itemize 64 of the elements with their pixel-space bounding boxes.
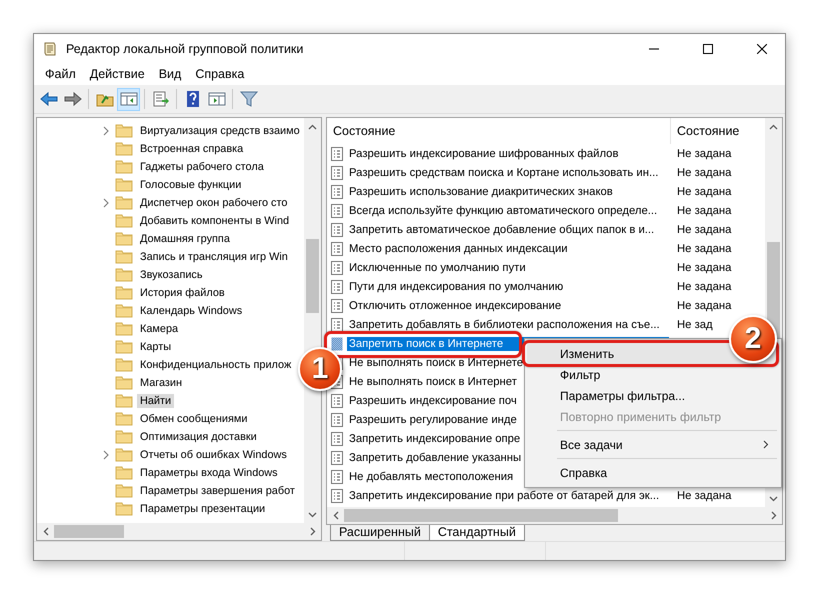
- policy-name[interactable]: Не выполнять поиск в Интернет: [347, 374, 519, 388]
- policy-name[interactable]: Запретить индексирование опре: [347, 432, 522, 446]
- policy-name[interactable]: Пути для индексирования по умолчанию: [347, 280, 669, 294]
- policy-name[interactable]: Не выполнять поиск в Интернете: [347, 356, 526, 370]
- tree-item[interactable]: Параметры презентации: [137, 502, 268, 516]
- column-header[interactable]: Состояние: [327, 118, 671, 144]
- menu-item[interactable]: Справка: [527, 462, 779, 483]
- policy-name[interactable]: Запретить автоматическое добавление общих папок в и...: [347, 222, 669, 236]
- tree-item[interactable]: Календарь Windows: [137, 304, 246, 318]
- policy-status: Не зад: [676, 318, 714, 332]
- policy-name[interactable]: Запретить добавлять в библиотеки расположения на съе...: [347, 318, 669, 332]
- menu-item[interactable]: Справка: [188, 67, 252, 81]
- tree-item[interactable]: Конфиденциальность прилож: [137, 358, 294, 372]
- tree-item[interactable]: Камера: [137, 322, 182, 336]
- view-tab[interactable]: Расширенный: [330, 525, 430, 541]
- policy-status: Не задана: [676, 280, 732, 294]
- policy-status: Не задана: [676, 242, 732, 256]
- tree-item[interactable]: Оптимизация доставки: [137, 430, 260, 444]
- policy-name[interactable]: Запретить индексирование при работе от батарей для эк...: [347, 488, 669, 502]
- tree-item[interactable]: Найти: [137, 394, 174, 408]
- policy-name[interactable]: Отключить отложенное индексирование: [347, 298, 669, 312]
- policy-name[interactable]: Запретить добавление указанны: [347, 450, 524, 464]
- menu-item[interactable]: Параметры фильтра...: [527, 385, 779, 406]
- policy-status: Не задана: [676, 146, 732, 160]
- policy-name[interactable]: Разрешить использование диакритических знаков: [347, 184, 669, 198]
- tree-item[interactable]: Добавить компоненты в Wind: [137, 214, 292, 228]
- tree-item[interactable]: Домашняя группа: [137, 232, 233, 246]
- tree-item[interactable]: Карты: [137, 340, 174, 354]
- tree-item[interactable]: Магазин: [137, 376, 186, 390]
- policy-status: Не задана: [676, 184, 732, 198]
- policy-status: Не задана: [676, 166, 732, 180]
- policy-name[interactable]: Не добавлять местоположения: [347, 470, 516, 484]
- menu-item[interactable]: Вид: [152, 67, 188, 81]
- column-header[interactable]: Состояние: [671, 124, 765, 138]
- policy-name[interactable]: Место расположения данных индексации: [347, 242, 669, 256]
- policy-name[interactable]: Разрешить индексирование поч: [347, 394, 519, 408]
- menu-item[interactable]: Файл: [38, 67, 83, 81]
- policy-name[interactable]: Разрешить индексирование шифрованных файлов: [347, 146, 669, 160]
- tree-item[interactable]: Параметры входа Windows: [137, 466, 281, 480]
- policy-status: Не задана: [676, 298, 732, 312]
- tree-item[interactable]: Голосовые функции: [137, 178, 244, 192]
- tree-item[interactable]: Виртуализация средств взаимо: [137, 124, 303, 138]
- policy-name[interactable]: Разрешить средствам поиска и Кортане использовать ин...: [347, 166, 669, 180]
- tree-item[interactable]: Отчеты об ошибках Windows: [137, 448, 290, 462]
- policy-status: Не задана: [676, 488, 732, 502]
- policy-status: Не задана: [676, 204, 732, 218]
- tree-item[interactable]: Встроенная справка: [137, 142, 246, 156]
- tree-item[interactable]: Обмен сообщениями: [137, 412, 250, 426]
- policy-status: Не задана: [676, 260, 732, 274]
- policy-name[interactable]: Исключенные по умолчанию пути: [347, 260, 669, 274]
- tree-item[interactable]: История файлов: [137, 286, 228, 300]
- tree-item[interactable]: Гаджеты рабочего стола: [137, 160, 267, 174]
- tree-item[interactable]: Диспетчер окон рабочего сто: [137, 196, 290, 210]
- window-title: Редактор локальной групповой политики: [66, 42, 304, 56]
- policy-status: Не задана: [676, 222, 732, 236]
- menu-item[interactable]: Все задачи: [527, 434, 779, 455]
- policy-name[interactable]: Всегда используйте функцию автоматического определе...: [347, 204, 669, 218]
- tree-item[interactable]: Звукозапись: [137, 268, 206, 282]
- menu-item[interactable]: Действие: [82, 67, 152, 81]
- tree-item[interactable]: Параметры завершения работ: [137, 484, 298, 498]
- tree-item[interactable]: Запись и трансляция игр Win: [137, 250, 291, 264]
- view-tab[interactable]: Стандартный: [428, 525, 525, 541]
- menu-item[interactable]: Фильтр: [527, 364, 779, 385]
- policy-name[interactable]: Разрешить регулирование инде: [347, 412, 519, 426]
